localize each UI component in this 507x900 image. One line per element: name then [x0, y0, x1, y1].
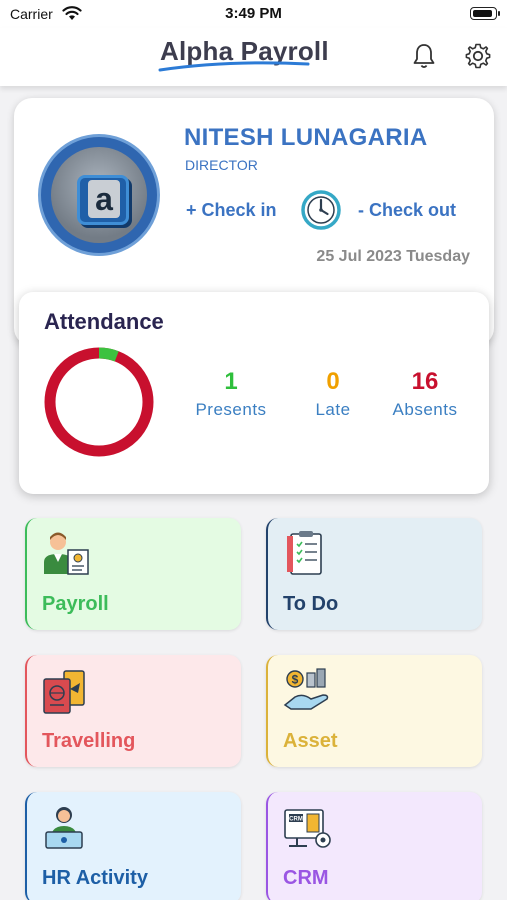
travelling-tile[interactable]: Travelling	[25, 655, 241, 767]
absents-stat: 16 Absents	[383, 368, 467, 420]
clipboard-checklist-icon	[287, 531, 322, 575]
donut-absent-arc	[44, 347, 154, 457]
asset-tile-label: Asset	[283, 730, 338, 752]
svg-text:CRM: CRM	[289, 817, 303, 823]
current-date: 25 Jul 2023 Tuesday	[316, 248, 470, 265]
app-header: Alpha Payroll	[0, 28, 507, 86]
crm-tile[interactable]: CRM CRM	[266, 792, 482, 900]
attendance-card[interactable]: Attendance 1 Presents 0 Late 16 Absents	[19, 292, 489, 494]
battery-icon	[470, 7, 500, 20]
avatar: a	[38, 134, 160, 256]
payroll-tile[interactable]: Payroll	[25, 518, 241, 630]
late-stat: 0 Late	[301, 368, 365, 420]
hr-activity-tile-label: HR Activity	[42, 867, 148, 889]
employee-salary-icon	[44, 532, 89, 575]
status-bar: Carrier 3:49 PM	[0, 0, 507, 28]
settings-gear-icon[interactable]	[464, 42, 492, 70]
todo-tile[interactable]: To Do	[266, 518, 482, 630]
presents-stat: 1 Presents	[187, 368, 275, 420]
notification-bell-icon[interactable]	[410, 42, 438, 70]
travelling-tile-label: Travelling	[42, 730, 136, 752]
asset-tile[interactable]: $ Asset	[266, 655, 482, 767]
hr-laptop-icon	[45, 807, 83, 849]
late-count: 0	[326, 368, 340, 395]
presents-count: 1	[224, 368, 238, 395]
absents-label: Absents	[392, 400, 458, 419]
attendance-donut-chart	[44, 347, 154, 457]
employee-role: DIRECTOR	[185, 157, 258, 173]
check-in-button[interactable]: + Check in	[186, 200, 277, 221]
late-label: Late	[315, 400, 351, 419]
status-time: 3:49 PM	[225, 5, 282, 22]
check-out-button[interactable]: - Check out	[358, 200, 456, 221]
passport-ticket-icon	[43, 670, 85, 714]
presents-label: Presents	[195, 400, 267, 419]
company-logo-icon: a	[77, 175, 129, 225]
logo-swoosh-icon	[158, 61, 310, 72]
hr-activity-tile[interactable]: HR Activity	[25, 792, 241, 900]
todo-tile-label: To Do	[283, 593, 339, 615]
attendance-title: Attendance	[44, 309, 164, 334]
payroll-tile-label: Payroll	[42, 593, 109, 615]
clock-icon	[301, 190, 341, 230]
absents-count: 16	[411, 368, 439, 395]
crm-monitor-icon: CRM	[284, 809, 331, 848]
crm-tile-label: CRM	[283, 867, 329, 889]
asset-hand-icon: $	[283, 668, 329, 710]
employee-name: NITESH LUNAGARIA	[184, 124, 428, 151]
svg-text:$: $	[292, 673, 299, 687]
